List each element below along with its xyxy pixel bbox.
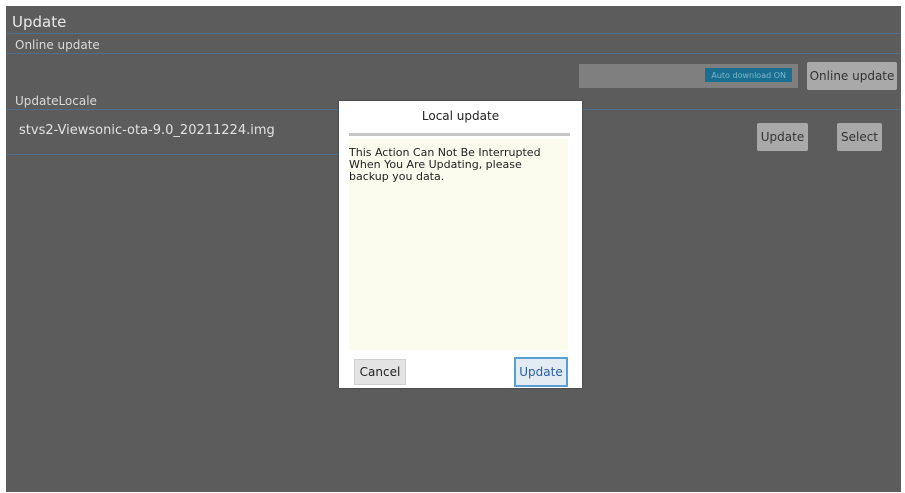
page-title: Update — [12, 13, 67, 31]
update-button[interactable]: Update — [757, 123, 808, 151]
download-progress-bar: Auto download ON — [579, 64, 798, 88]
local-update-dialog: Local update This Action Can Not Be Inte… — [339, 101, 582, 388]
online-update-button[interactable]: Online update — [807, 62, 897, 90]
online-section-divider — [6, 53, 901, 54]
update-file-name: stvs2-Viewsonic-ota-9.0_20211224.img — [19, 123, 275, 138]
dialog-title: Local update — [421, 109, 500, 123]
title-divider — [6, 33, 901, 34]
select-button[interactable]: Select — [837, 123, 882, 151]
cancel-button[interactable]: Cancel — [354, 359, 406, 385]
online-update-section-label: Online update — [15, 38, 100, 52]
auto-download-badge[interactable]: Auto download ON — [705, 68, 792, 82]
dialog-message: This Action Can Not Be Interrupted When … — [349, 146, 541, 183]
update-locale-section-label: UpdateLocale — [15, 94, 97, 108]
dialog-update-button[interactable]: Update — [514, 357, 568, 387]
dialog-message-area: This Action Can Not Be Interrupted When … — [349, 139, 568, 350]
dialog-title-divider — [349, 133, 570, 136]
file-row-divider — [6, 154, 339, 155]
